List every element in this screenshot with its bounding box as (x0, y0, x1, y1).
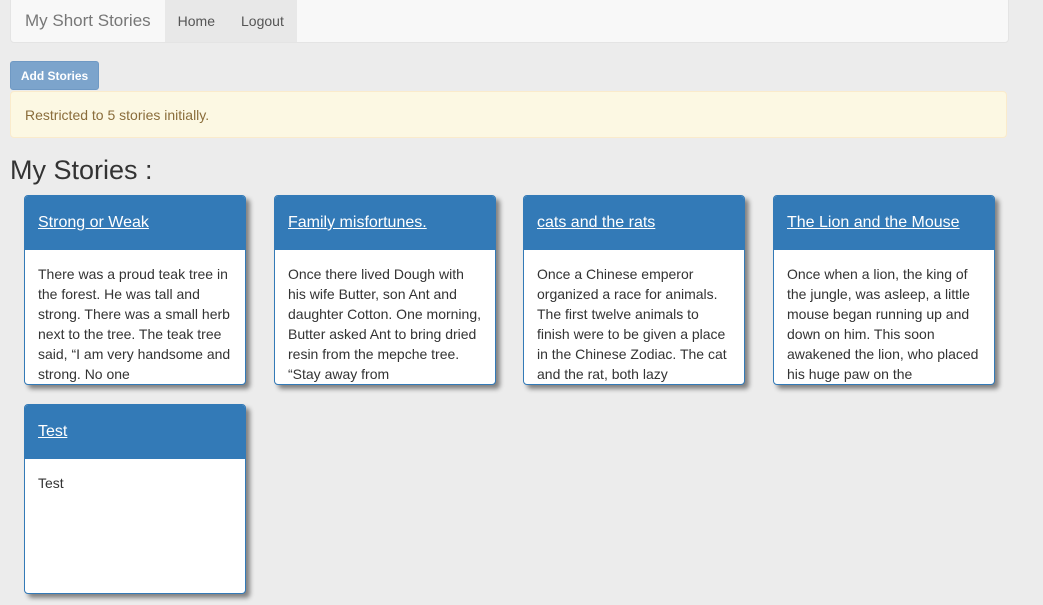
story-excerpt: Once there lived Dough with his wife But… (288, 266, 482, 382)
story-title-link[interactable]: Family misfortunes. (288, 214, 427, 232)
story-title-link[interactable]: cats and the rats (537, 214, 655, 232)
story-excerpt: Once a Chinese emperor organized a race … (537, 266, 727, 382)
story-title-link[interactable]: Strong or Weak (38, 214, 149, 232)
story-excerpt: Test (38, 475, 64, 491)
story-card-header: Strong or Weak (25, 196, 245, 250)
story-title-link[interactable]: Test (38, 423, 67, 441)
nav-logout-link[interactable]: Logout (228, 0, 297, 42)
story-card-header: The Lion and the Mouse (774, 196, 994, 250)
story-card: Test Test (24, 404, 246, 594)
page-title: My Stories : (10, 155, 153, 185)
brand-link[interactable]: My Short Stories (11, 0, 165, 42)
story-title-link[interactable]: The Lion and the Mouse (787, 214, 960, 232)
navbar: My Short Stories Home Logout (10, 0, 1009, 43)
add-stories-button[interactable]: Add Stories (10, 61, 99, 90)
story-card: Family misfortunes. Once there lived Dou… (274, 195, 496, 385)
alert-text: Restricted to 5 stories initially. (25, 106, 210, 123)
nav-home-link[interactable]: Home (164, 0, 229, 42)
story-card: Strong or Weak There was a proud teak tr… (24, 195, 246, 385)
story-card-header: cats and the rats (524, 196, 744, 250)
story-card-header: Test (25, 405, 245, 459)
story-excerpt: Once when a lion, the king of the jungle… (787, 266, 979, 382)
story-excerpt: There was a proud teak tree in the fores… (38, 266, 231, 382)
story-card: The Lion and the Mouse Once when a lion,… (773, 195, 995, 385)
story-card-header: Family misfortunes. (275, 196, 495, 250)
story-card: cats and the rats Once a Chinese emperor… (523, 195, 745, 385)
restriction-alert: Restricted to 5 stories initially. (10, 91, 1007, 138)
